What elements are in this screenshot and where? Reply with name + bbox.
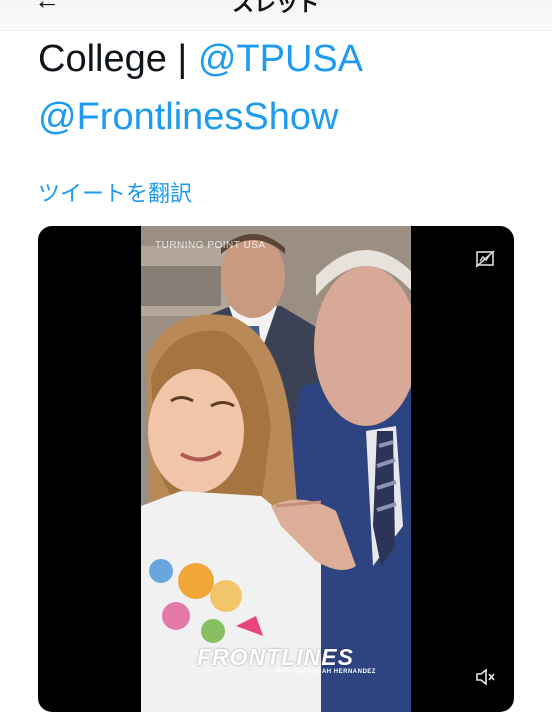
- page-title: スレッド: [231, 0, 320, 17]
- top-navigation-bar: ← スレッド: [0, 0, 552, 31]
- mention-frontlinesshow[interactable]: @FrontlinesShow: [38, 96, 338, 138]
- video-frame[interactable]: TURNING POINT USA FRONTLINES WITH SAVANN…: [141, 226, 411, 712]
- translate-tweet-link[interactable]: ツイートを翻訳: [38, 176, 192, 208]
- tweet-video[interactable]: TURNING POINT USA FRONTLINES WITH SAVANN…: [38, 226, 514, 712]
- mention-tpusa[interactable]: @TPUSA: [198, 38, 363, 80]
- sensitive-hide-icon[interactable]: [474, 248, 496, 270]
- overlay-logo: FRONTLINES: [197, 644, 354, 670]
- tweet-text-prefix: College |: [38, 38, 198, 80]
- speaker-muted-icon[interactable]: [474, 666, 496, 688]
- tweet-text: College | @TPUSA @FrontlinesShow: [38, 30, 538, 146]
- video-watermark: TURNING POINT USA: [155, 240, 266, 251]
- overlay-subtitle: WITH SAVANNAH HERNANDEZ: [275, 669, 376, 675]
- video-still: [141, 226, 411, 712]
